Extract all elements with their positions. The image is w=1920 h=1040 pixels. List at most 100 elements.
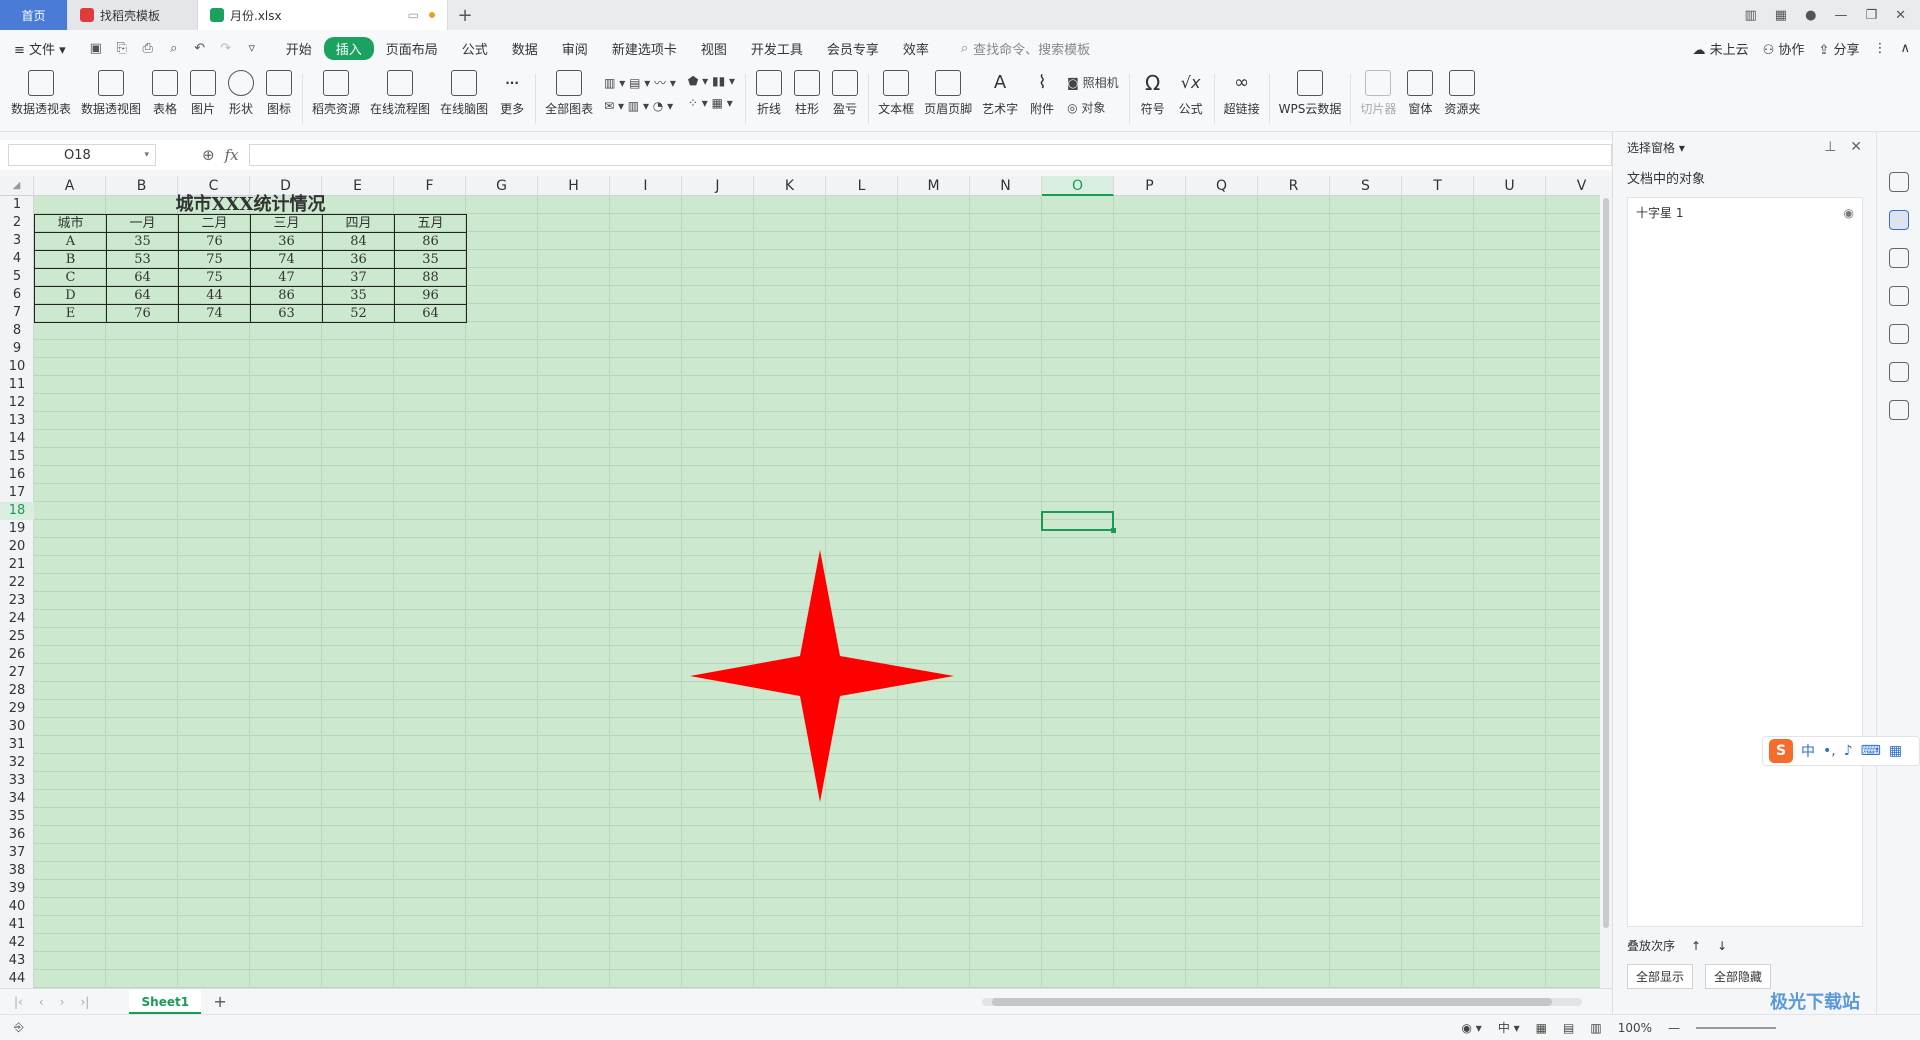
table-cell[interactable]: 47 bbox=[250, 268, 323, 287]
column-header-q[interactable]: Q bbox=[1186, 176, 1258, 196]
hyperlink-button[interactable]: ∞ 超链接 bbox=[1219, 70, 1265, 117]
visibility-eye-icon[interactable]: ◉ bbox=[1844, 206, 1854, 220]
formula-input[interactable] bbox=[248, 144, 1612, 166]
column-header-t[interactable]: T bbox=[1402, 176, 1474, 196]
row-header[interactable]: 10 bbox=[0, 358, 34, 376]
row-header[interactable]: 1 bbox=[0, 196, 34, 214]
column-chart-icon[interactable]: ▥ ▾ ▤ ▾ 〰 ▾ bbox=[604, 74, 676, 91]
table-title[interactable]: 城市XXX统计情况 bbox=[35, 196, 467, 215]
first-sheet-icon[interactable]: |‹ bbox=[14, 995, 23, 1009]
equation-button[interactable]: √x 公式 bbox=[1172, 70, 1210, 117]
redo-icon[interactable]: ↷ bbox=[218, 40, 234, 56]
last-sheet-icon[interactable]: ›| bbox=[80, 995, 89, 1009]
pin-icon[interactable]: ⊥ bbox=[1824, 139, 1836, 155]
page-layout-view-icon[interactable]: ▤ bbox=[1563, 1021, 1574, 1035]
table-cell[interactable]: 36 bbox=[250, 232, 323, 251]
sparkline-winloss-button[interactable]: 盈亏 bbox=[826, 70, 864, 117]
table-cell[interactable]: 74 bbox=[250, 250, 323, 269]
next-sheet-icon[interactable]: › bbox=[60, 995, 65, 1009]
print-icon[interactable]: ⎙ bbox=[140, 40, 156, 56]
grid-apps-icon[interactable]: ▦ bbox=[1775, 8, 1787, 23]
column-header-e[interactable]: E bbox=[322, 176, 394, 196]
column-header-d[interactable]: D bbox=[250, 176, 322, 196]
menu-formula[interactable]: 公式 bbox=[450, 39, 500, 58]
cloud-status[interactable]: ☁ 未上云 bbox=[1692, 39, 1748, 58]
row-header[interactable]: 19 bbox=[0, 520, 34, 538]
input-mode-icon[interactable]: 中 ▾ bbox=[1498, 1019, 1520, 1036]
slicer-button[interactable]: 切片器 bbox=[1355, 70, 1401, 117]
table-cell[interactable]: 74 bbox=[178, 304, 251, 323]
row-header[interactable]: 44 bbox=[0, 970, 34, 988]
row-header[interactable]: 8 bbox=[0, 322, 34, 340]
column-header-n[interactable]: N bbox=[970, 176, 1042, 196]
pane-close-icon[interactable]: ✕ bbox=[1850, 139, 1862, 155]
spreadsheet-grid[interactable]: ◢ A B C D E F G H I J K L M N O P Q R S T U V 1 2 3 4 5 6 7 8 9 10 11 12 1… bbox=[0, 176, 1612, 988]
table-header-cell[interactable]: 五月 bbox=[394, 214, 467, 233]
file-menu[interactable]: ≡ 文件 ▾ bbox=[10, 39, 78, 58]
layout-icon[interactable]: ▥ bbox=[1745, 8, 1757, 23]
picture-button[interactable]: 图片 bbox=[184, 70, 222, 117]
row-header[interactable]: 29 bbox=[0, 700, 34, 718]
table-cell[interactable]: 75 bbox=[178, 250, 251, 269]
send-backward-icon[interactable]: ↓ bbox=[1717, 939, 1727, 953]
cross-star-shape[interactable] bbox=[690, 550, 954, 802]
horizontal-scrollbar[interactable] bbox=[982, 997, 1582, 1006]
backup-icon[interactable] bbox=[1888, 324, 1909, 344]
punctuation-icon[interactable]: •, bbox=[1823, 743, 1836, 759]
name-box[interactable]: O18 ▾ bbox=[8, 144, 156, 166]
table-cell[interactable]: 86 bbox=[394, 232, 467, 251]
row-header[interactable]: 32 bbox=[0, 754, 34, 772]
menu-efficiency[interactable]: 效率 bbox=[891, 39, 941, 58]
attachment-button[interactable]: ⌇ 附件 bbox=[1023, 70, 1061, 117]
pane-title[interactable]: 选择窗格 ▾ bbox=[1627, 139, 1685, 156]
column-header-b[interactable]: B bbox=[106, 176, 178, 196]
row-header[interactable]: 33 bbox=[0, 772, 34, 790]
column-header-a[interactable]: A bbox=[34, 176, 106, 196]
restore-icon[interactable]: ❐ bbox=[1865, 8, 1877, 23]
row-header[interactable]: 21 bbox=[0, 556, 34, 574]
sparkline-column-button[interactable]: 柱形 bbox=[788, 70, 826, 117]
table-cell[interactable]: D bbox=[34, 286, 107, 305]
row-header[interactable]: 42 bbox=[0, 934, 34, 952]
table-header-cell[interactable]: 三月 bbox=[250, 214, 323, 233]
row-header[interactable]: 28 bbox=[0, 682, 34, 700]
row-header[interactable]: 22 bbox=[0, 574, 34, 592]
user-avatar-icon[interactable]: ● bbox=[1805, 8, 1816, 23]
tab-daoke-templates[interactable]: 找稻壳模板 bbox=[68, 0, 198, 30]
menu-view[interactable]: 视图 bbox=[689, 39, 739, 58]
keyboard-icon[interactable]: ⌨ bbox=[1861, 743, 1881, 759]
row-header[interactable]: 31 bbox=[0, 736, 34, 754]
menu-developer[interactable]: 开发工具 bbox=[739, 39, 815, 58]
row-header[interactable]: 7 bbox=[0, 304, 34, 322]
zoom-out-icon[interactable]: — bbox=[1668, 1021, 1680, 1035]
preview-icon[interactable]: ⌕ bbox=[166, 40, 182, 56]
table-cell[interactable]: 36 bbox=[322, 250, 395, 269]
command-search[interactable]: ⌕ 查找命令、搜索模板 bbox=[961, 39, 1090, 58]
row-header[interactable]: 38 bbox=[0, 862, 34, 880]
table-cell[interactable]: A bbox=[34, 232, 107, 251]
column-header-i[interactable]: I bbox=[610, 176, 682, 196]
close-icon[interactable]: ✕ bbox=[1895, 8, 1906, 23]
table-cell[interactable]: 96 bbox=[394, 286, 467, 305]
row-header[interactable]: 37 bbox=[0, 844, 34, 862]
table-cell[interactable]: 35 bbox=[106, 232, 179, 251]
eye-protection-icon[interactable]: ◉ ▾ bbox=[1462, 1021, 1482, 1035]
table-cell[interactable]: 75 bbox=[178, 268, 251, 287]
daoke-resource-button[interactable]: 稻壳资源 bbox=[307, 70, 365, 117]
row-header[interactable]: 23 bbox=[0, 592, 34, 610]
table-header-cell[interactable]: 四月 bbox=[322, 214, 395, 233]
table-cell[interactable]: 64 bbox=[106, 286, 179, 305]
row-header[interactable]: 34 bbox=[0, 790, 34, 808]
zoom-slider[interactable] bbox=[1696, 1026, 1776, 1029]
undo-icon[interactable]: ↶ bbox=[192, 40, 208, 56]
symbol-button[interactable]: Ω 符号 bbox=[1134, 70, 1172, 117]
table-cell[interactable]: 86 bbox=[250, 286, 323, 305]
show-all-button[interactable]: 全部显示 bbox=[1627, 964, 1694, 989]
table-cell[interactable]: 64 bbox=[106, 268, 179, 287]
tab-home[interactable]: 首页 bbox=[0, 0, 68, 30]
online-mindmap-button[interactable]: 在线脑图 bbox=[435, 70, 493, 117]
resource-folder-button[interactable]: 资源夹 bbox=[1439, 70, 1485, 117]
table-cell[interactable]: B bbox=[34, 250, 107, 269]
table-button[interactable]: 表格 bbox=[146, 70, 184, 117]
icon-button[interactable]: 图标 bbox=[260, 70, 298, 117]
